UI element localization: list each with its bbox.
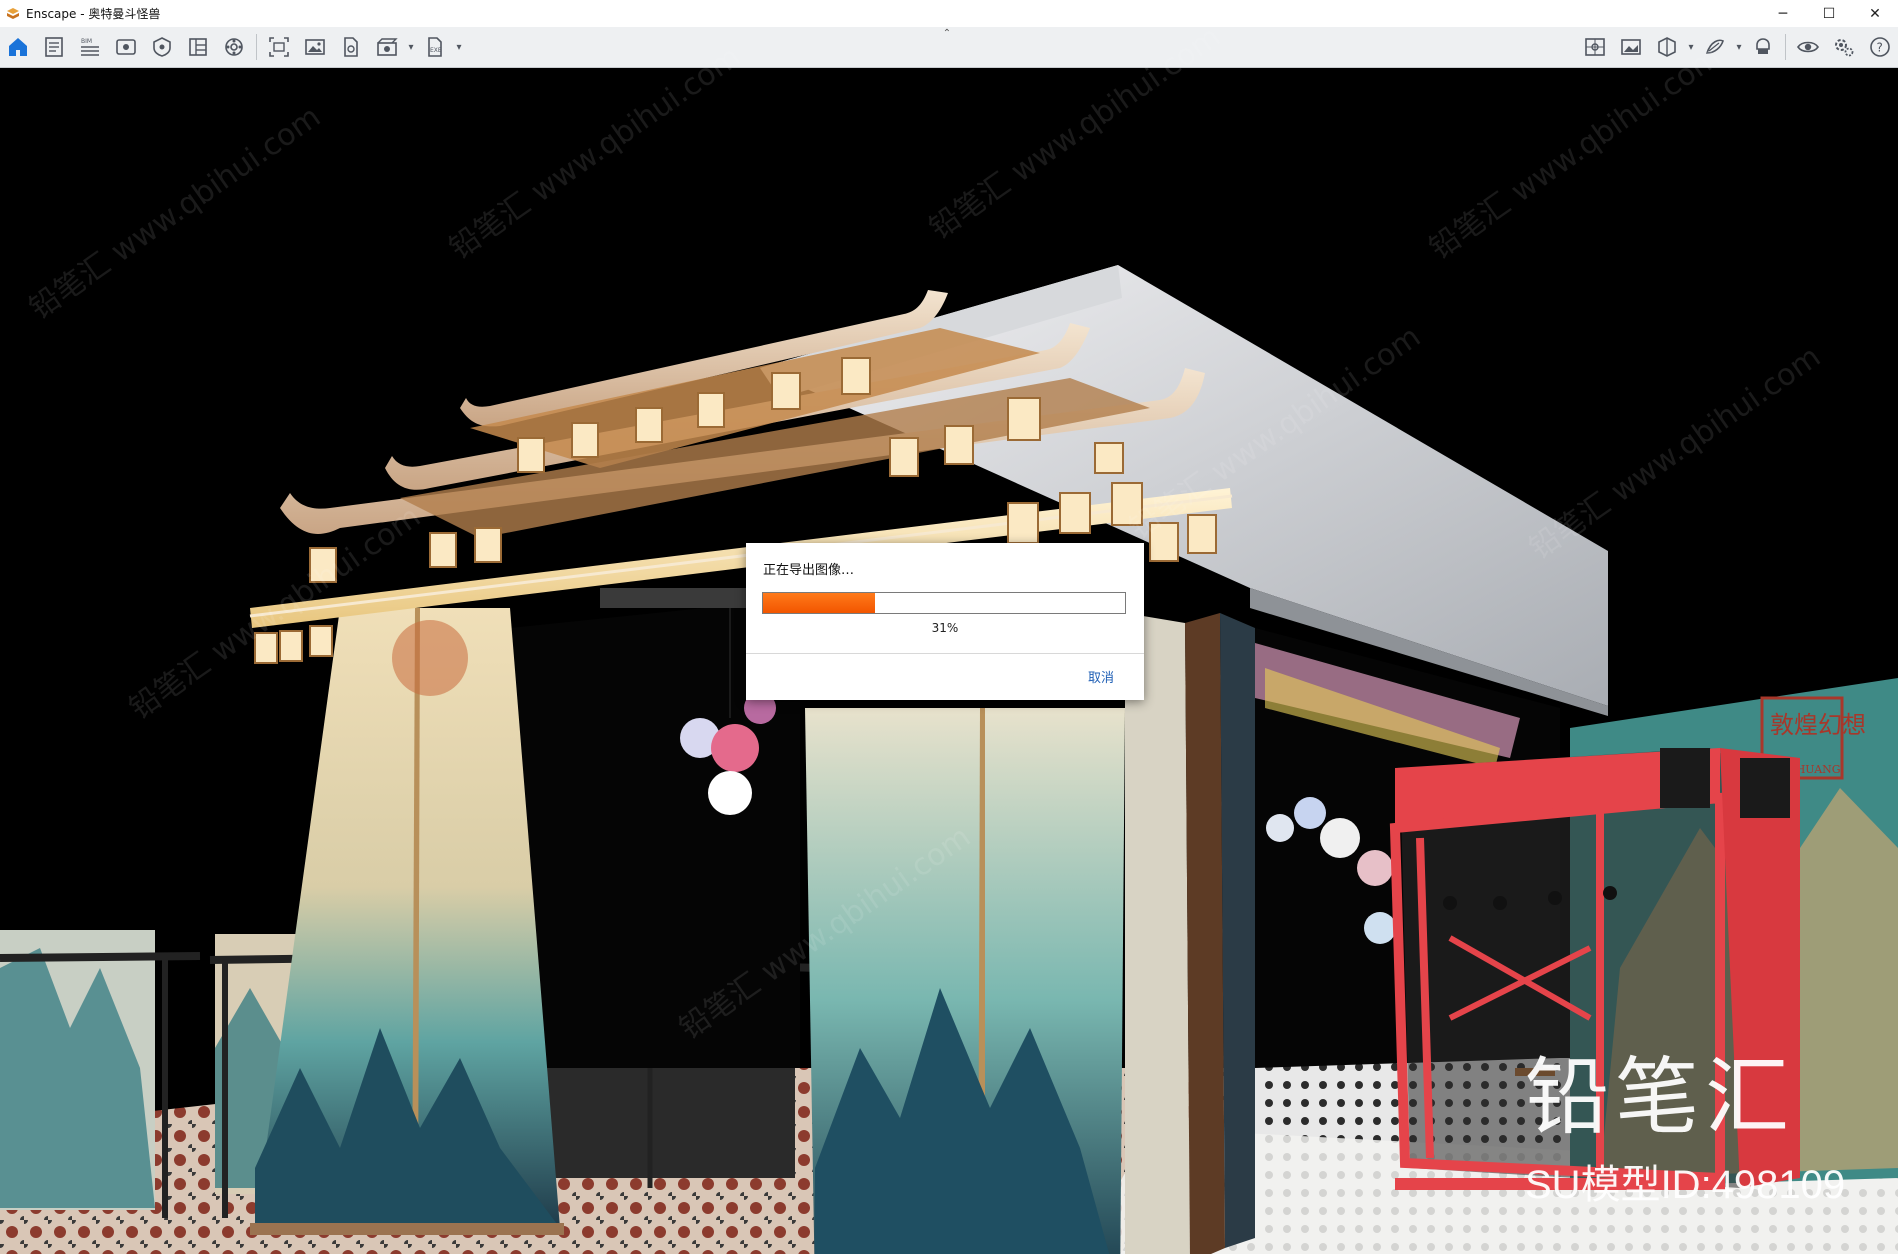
dialog-divider [746, 653, 1144, 654]
toolbar-right: ▾ ▾ ? [1577, 27, 1898, 67]
settings-icon [1835, 39, 1854, 57]
bim-label: BIM [81, 38, 92, 45]
export-progress-dialog: 正在导出图像… 31% 取消 [746, 543, 1144, 700]
visibility-button[interactable] [1790, 29, 1826, 65]
title-bar: Enscape - 奥特曼斗怪兽 ─ ☐ ✕ [0, 0, 1898, 27]
batch-render-icon [305, 39, 325, 55]
watermark-model-id: SU模型ID:498109 [1525, 1163, 1846, 1207]
export-button[interactable] [333, 29, 369, 65]
exe-dropdown-caret[interactable]: ▾ [453, 29, 465, 65]
project-info-button[interactable] [36, 29, 72, 65]
watermark-brand: 铅笔汇 [1525, 1048, 1796, 1146]
home-icon [9, 38, 27, 56]
help-button[interactable]: ? [1862, 29, 1898, 65]
exe-export-icon: EXE [428, 37, 442, 57]
help-icon: ? [1870, 37, 1890, 57]
gallery-button[interactable] [1613, 29, 1649, 65]
video-button[interactable] [369, 29, 405, 65]
toolbar-left: BIM ▾ EXE ▾ [0, 27, 465, 67]
export-progress-bar [762, 592, 1126, 614]
video-icon [377, 38, 398, 56]
vr-icon [1756, 38, 1770, 54]
toolbar-separator-right [1785, 34, 1786, 60]
vr-button[interactable] [1745, 29, 1781, 65]
batch-render-button[interactable] [297, 29, 333, 65]
visual-settings-button[interactable] [144, 29, 180, 65]
left-pillar [250, 608, 564, 1235]
cancel-button[interactable]: 取消 [1088, 667, 1114, 686]
home-button[interactable] [0, 29, 36, 65]
settings-gallery-icon [225, 38, 243, 56]
view-icon [116, 39, 136, 55]
capture-icon [1585, 38, 1605, 56]
maximize-button[interactable]: ☐ [1806, 0, 1852, 27]
screenshot-icon [269, 37, 289, 57]
screenshot-button[interactable] [261, 29, 297, 65]
project-info-icon [45, 37, 63, 57]
window-title: Enscape - 奥特曼斗怪兽 [26, 7, 161, 21]
export-icon [344, 37, 358, 57]
settings-gallery-button[interactable] [216, 29, 252, 65]
material-dropdown-caret[interactable]: ▾ [1733, 29, 1745, 65]
gallery-icon [1621, 39, 1641, 55]
help-label: ? [1877, 41, 1883, 55]
close-button[interactable]: ✕ [1852, 0, 1898, 27]
enscape-logo-icon [7, 7, 19, 19]
asset-library-button[interactable] [180, 29, 216, 65]
exe-label: EXE [430, 47, 442, 54]
bim-icon: BIM [81, 38, 99, 56]
minimize-button[interactable]: ─ [1760, 0, 1806, 27]
view-button[interactable] [108, 29, 144, 65]
visibility-icon [1797, 41, 1819, 53]
toolbar-separator [256, 34, 257, 60]
dialog-title: 正在导出图像… [763, 563, 855, 578]
video-dropdown-caret[interactable]: ▾ [405, 29, 417, 65]
progress-percent: 31% [931, 621, 959, 635]
asset-library-icon [189, 38, 207, 56]
bim-button[interactable]: BIM [72, 29, 108, 65]
settings-button[interactable] [1826, 29, 1862, 65]
signboard-text: 敦煌幻想 [1770, 711, 1866, 739]
right-pillar [805, 613, 1255, 1254]
toolbar-collapse-toggle[interactable]: ⌃ [937, 27, 957, 39]
capture-button[interactable] [1577, 29, 1613, 65]
visual-settings-icon [153, 37, 171, 57]
progress-fill [763, 593, 876, 613]
exe-export-button[interactable]: EXE [417, 29, 453, 65]
